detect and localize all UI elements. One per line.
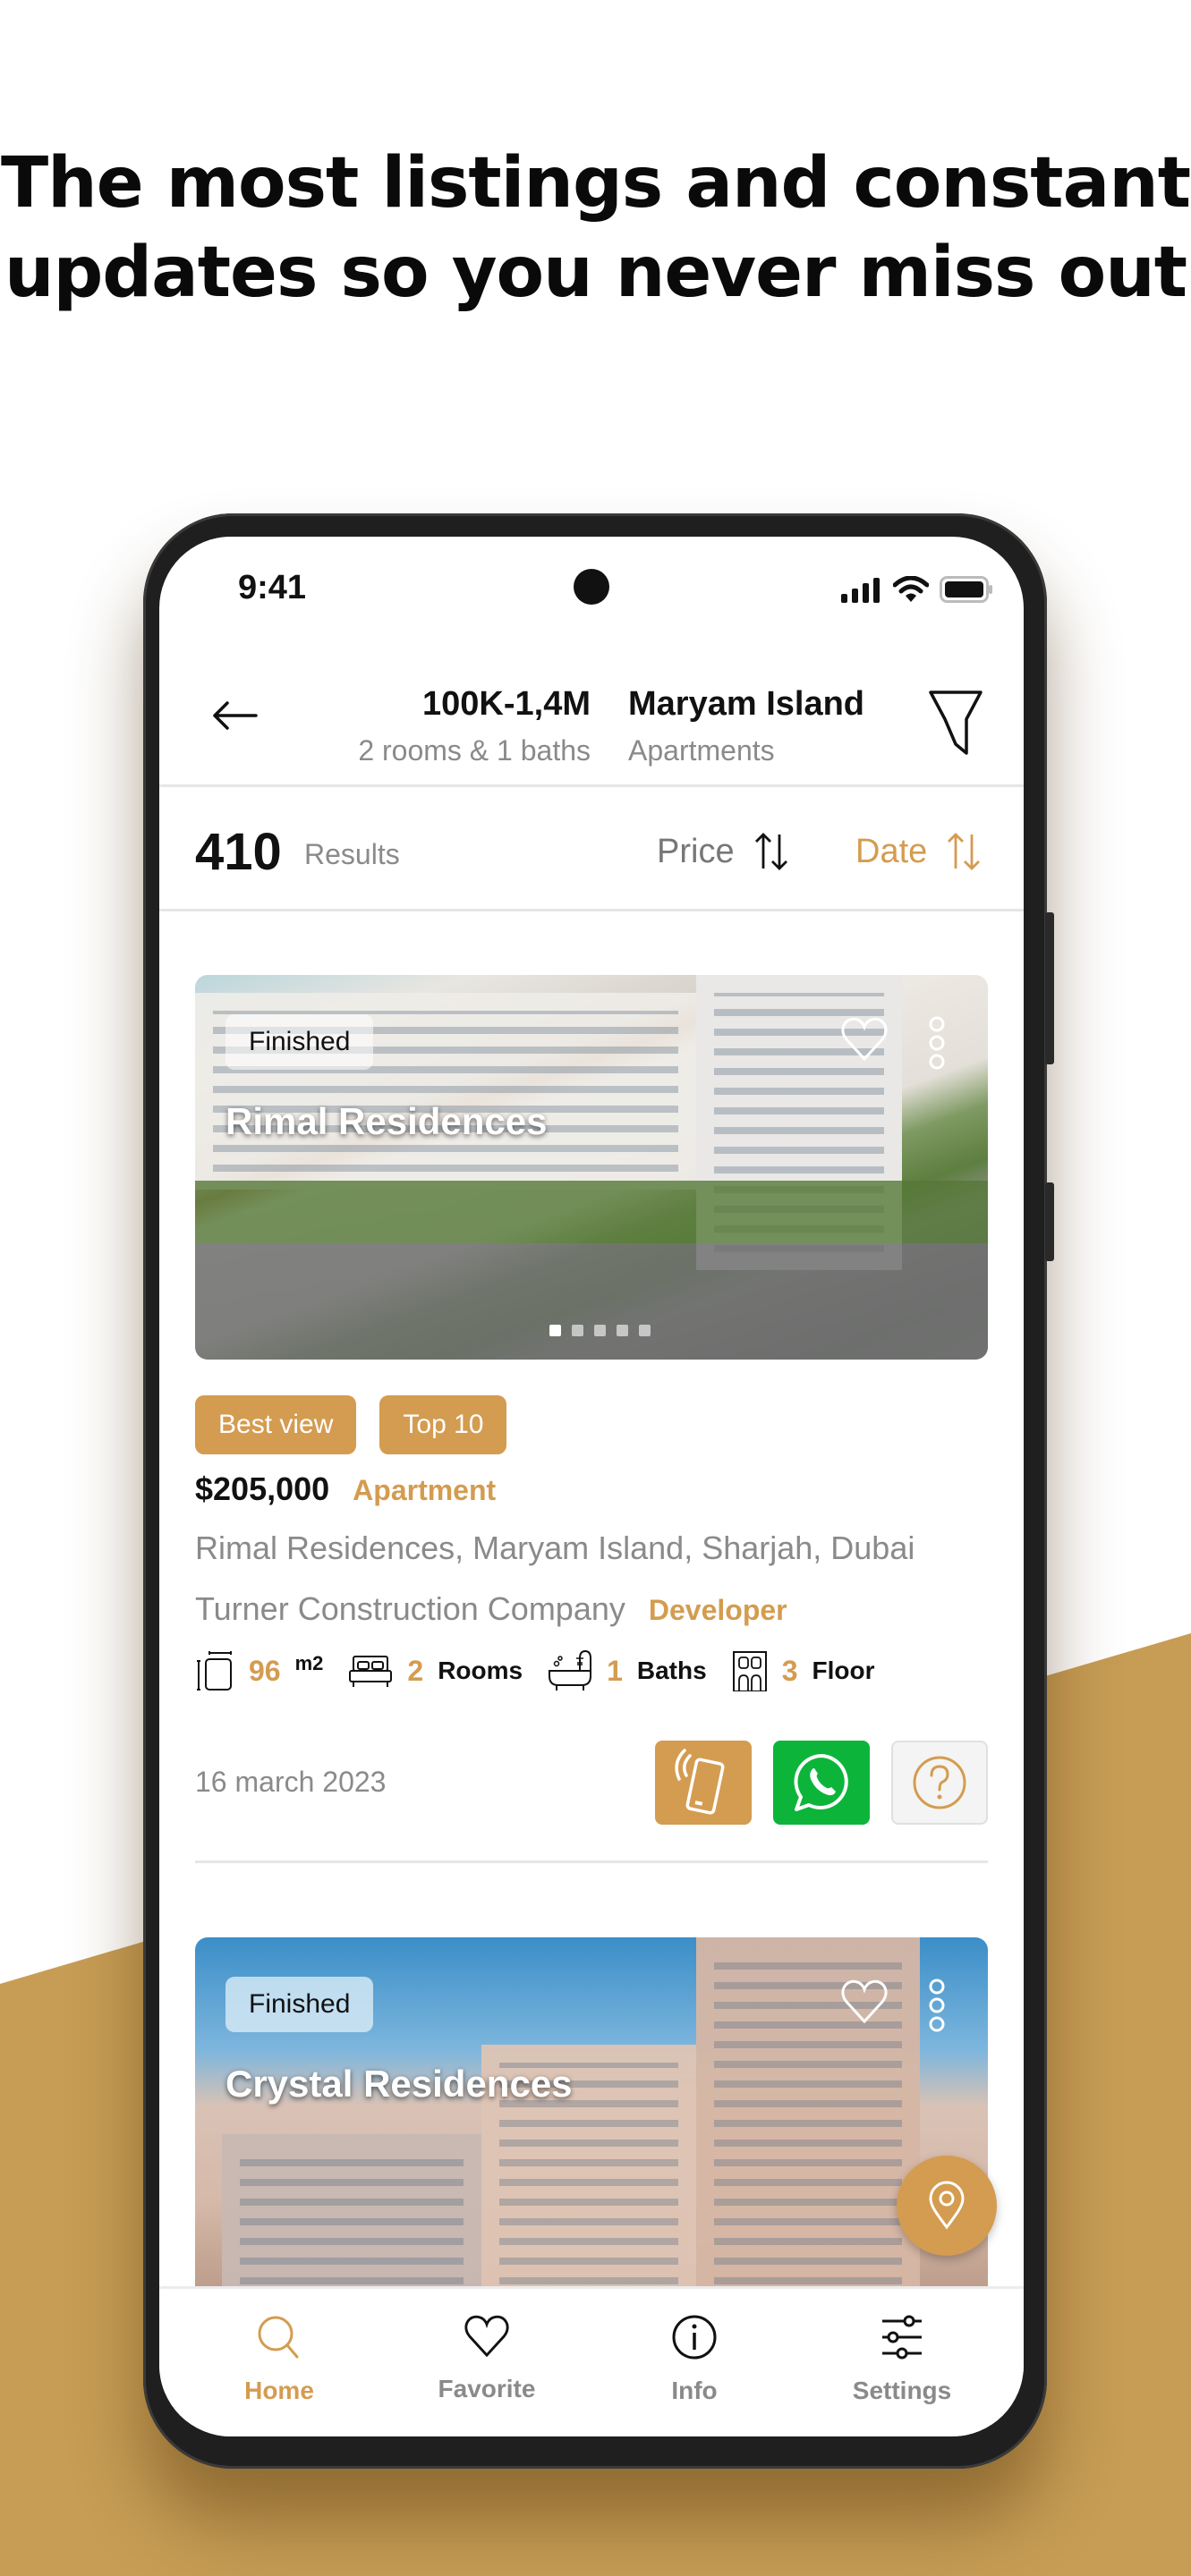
sort-date-label: Date xyxy=(855,832,928,870)
listing-image-carousel[interactable]: Finished Crystal Residences xyxy=(195,1937,988,2313)
price-row: $205,000 Apartment xyxy=(195,1470,496,1508)
developer-label: Developer xyxy=(648,1594,787,1626)
listing-title: Rimal Residences xyxy=(225,1100,548,1142)
volume-button xyxy=(1045,912,1054,1064)
power-button xyxy=(1045,1182,1054,1261)
results-bar: 410 Results Price Date xyxy=(159,790,1024,911)
listing-image-carousel[interactable]: Finished Rimal Residences xyxy=(195,975,988,1360)
contact-actions xyxy=(655,1741,988,1825)
spec-floor: 3 Floor xyxy=(732,1650,875,1691)
call-button[interactable] xyxy=(655,1741,752,1825)
carousel-dot[interactable] xyxy=(572,1325,583,1336)
carousel-dot[interactable] xyxy=(617,1325,628,1336)
rooms-label: Rooms xyxy=(438,1657,523,1684)
location-type-filter[interactable]: Maryam Island Apartments xyxy=(628,685,864,767)
location-name: Maryam Island xyxy=(628,685,864,723)
listing-divider xyxy=(195,1860,988,1863)
baths-label: Baths xyxy=(636,1657,707,1684)
back-arrow-icon[interactable] xyxy=(208,689,261,742)
property-type: Apartments xyxy=(628,734,775,767)
tab-label: Info xyxy=(671,2377,718,2404)
inquiry-button[interactable] xyxy=(891,1741,988,1825)
listing-date: 16 march 2023 xyxy=(195,1766,387,1798)
tag-top-10: Top 10 xyxy=(379,1395,507,1454)
area-icon xyxy=(197,1651,232,1690)
favorite-heart-icon[interactable] xyxy=(839,1979,889,2025)
listing-title: Crystal Residences xyxy=(225,2063,573,2105)
more-options-icon[interactable] xyxy=(927,1016,947,1070)
spec-area: 96 m2 xyxy=(195,1650,323,1691)
developer-name[interactable]: Turner Construction Company xyxy=(195,1590,625,1628)
carousel-dot[interactable] xyxy=(549,1325,561,1336)
price-rooms-filter[interactable]: 100K-1,4M 2 rooms & 1 baths xyxy=(358,685,591,767)
question-circle-icon xyxy=(913,1756,966,1809)
app-screen: 9:41 100K-1,4M 2 rooms & 1 baths Maryam … xyxy=(159,537,1024,2436)
spec-rooms: 2 Rooms xyxy=(348,1653,523,1689)
listing-price: $205,000 xyxy=(195,1470,330,1507)
sliders-icon xyxy=(882,2315,922,2360)
area-value: 96 xyxy=(249,1654,281,1687)
more-options-icon[interactable] xyxy=(927,1979,947,2032)
status-icons xyxy=(841,576,993,603)
battery-icon xyxy=(940,576,992,603)
headline-line-2: updates so you never miss out xyxy=(4,233,1187,313)
sort-price-button[interactable]: Price xyxy=(657,831,792,872)
search-icon xyxy=(258,2316,299,2359)
sort-price-label: Price xyxy=(657,832,735,870)
price-range: 100K-1,4M xyxy=(422,685,591,723)
favorite-heart-icon[interactable] xyxy=(839,1016,889,1063)
listing-specs: 96 m2 2 Rooms 1 Baths 3 Floor xyxy=(195,1649,874,1692)
tab-label: Favorite xyxy=(438,2375,536,2402)
sort-arrows-icon xyxy=(754,833,787,870)
whatsapp-button[interactable] xyxy=(773,1741,870,1825)
tab-label: Home xyxy=(244,2377,314,2404)
filter-funnel-icon[interactable] xyxy=(927,689,984,757)
spec-baths: 1 Baths xyxy=(548,1649,707,1692)
status-badge: Finished xyxy=(225,1977,374,2032)
search-summary-header: 100K-1,4M 2 rooms & 1 baths Maryam Islan… xyxy=(159,653,1024,787)
developer-row: Turner Construction Company Developer xyxy=(195,1590,787,1628)
status-time: 9:41 xyxy=(238,569,307,606)
phone-ringing-icon xyxy=(675,1749,725,1815)
floor-value: 3 xyxy=(781,1654,798,1687)
building-floor-icon xyxy=(732,1651,767,1691)
signal-icon xyxy=(841,578,880,603)
heart-icon xyxy=(464,2315,509,2358)
carousel-indicator xyxy=(549,1325,651,1336)
listing-tags: Best view Top 10 xyxy=(195,1395,507,1454)
results-count: 410 xyxy=(195,823,282,881)
tag-best-view: Best view xyxy=(195,1395,357,1454)
listing-type: Apartment xyxy=(353,1474,497,1506)
listing-address: Rimal Residences, Maryam Island, Sharjah… xyxy=(195,1530,915,1566)
rooms-value: 2 xyxy=(407,1654,424,1687)
rooms-baths: 2 rooms & 1 baths xyxy=(358,734,591,767)
headline-line-1: The most listings and constant xyxy=(0,143,1191,224)
status-badge: Finished xyxy=(225,1014,374,1070)
sort-arrows-icon xyxy=(948,833,981,870)
bathtub-icon xyxy=(549,1649,592,1690)
tab-favorite[interactable]: Favorite xyxy=(397,2314,576,2403)
front-camera xyxy=(574,569,609,605)
info-icon xyxy=(672,2315,717,2360)
map-location-button[interactable] xyxy=(897,2156,997,2256)
area-unit: m2 xyxy=(294,1652,324,1674)
marketing-headline: The most listings and constant updates s… xyxy=(0,139,1191,318)
carousel-dot[interactable] xyxy=(594,1325,606,1336)
tab-info[interactable]: Info xyxy=(605,2314,784,2405)
status-bar: 9:41 xyxy=(159,537,1024,617)
tab-label: Settings xyxy=(852,2377,952,2404)
location-pin-icon xyxy=(929,2181,965,2230)
results-label: Results xyxy=(304,838,400,870)
floor-label: Floor xyxy=(812,1657,875,1684)
tab-home[interactable]: Home xyxy=(190,2314,369,2405)
bottom-tab-bar: Home Favorite Info Settings xyxy=(159,2286,1024,2436)
carousel-dot[interactable] xyxy=(639,1325,651,1336)
sort-date-button[interactable]: Date xyxy=(855,831,984,872)
baths-value: 1 xyxy=(607,1654,623,1687)
tab-settings[interactable]: Settings xyxy=(812,2314,991,2405)
phone-frame: 9:41 100K-1,4M 2 rooms & 1 baths Maryam … xyxy=(143,513,1054,2469)
wifi-icon xyxy=(893,576,929,602)
whatsapp-icon xyxy=(794,1754,848,1811)
bed-icon xyxy=(349,1656,393,1687)
